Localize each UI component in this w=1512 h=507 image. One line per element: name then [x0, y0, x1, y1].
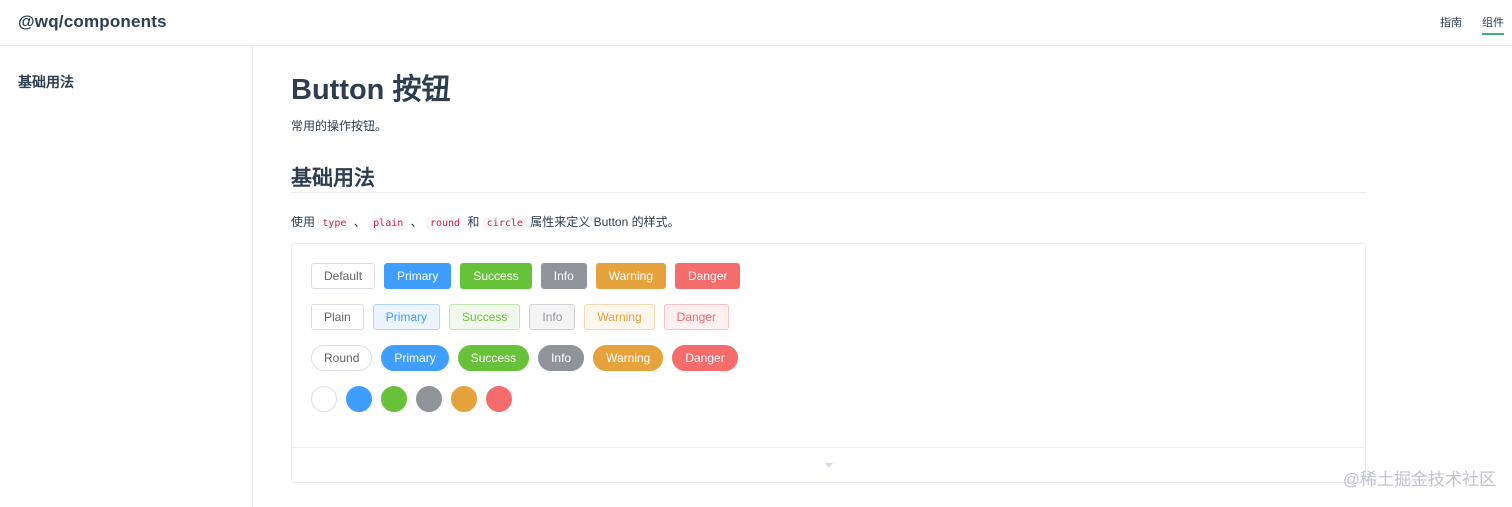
code-type: type [318, 217, 351, 230]
solid-success-button[interactable]: Success [460, 263, 532, 289]
round-warning-button[interactable]: Warning [593, 345, 664, 371]
solid-default-button[interactable]: Default [311, 263, 376, 289]
caret-down-icon [824, 462, 833, 468]
solid-info-button[interactable]: Info [540, 263, 587, 289]
demo-area: Default Primary Success Info Warning Danger Pl… [311, 263, 1346, 427]
solid-warning-button[interactable]: Warning [595, 263, 666, 289]
section-title: 基础用法 [291, 162, 1367, 193]
demo-expand-toggle[interactable] [292, 447, 1365, 482]
watermark: @稀土掘金技术社区 [1342, 470, 1496, 489]
round-danger-button[interactable]: Danger [672, 345, 738, 371]
nav-links: 指南 组件 [1420, 0, 1504, 46]
code-round: round [425, 217, 465, 230]
navbar: @wq/components 指南 组件 [0, 0, 1512, 46]
plain-info-button[interactable]: Info [529, 304, 576, 330]
nav-link-guide[interactable]: 指南 [1440, 0, 1462, 46]
circle-warning-button[interactable] [451, 386, 477, 412]
button-row-plain: Plain Primary Success Info Warning Danger [311, 304, 1346, 330]
plain-warning-button[interactable]: Warning [584, 304, 655, 330]
code-plain: plain [369, 217, 408, 230]
round-default-button[interactable]: Round [311, 345, 373, 371]
solid-primary-button[interactable]: Primary [384, 263, 452, 289]
desc-sep-2: 、 [410, 215, 423, 229]
circle-primary-button[interactable] [346, 386, 372, 412]
plain-success-button[interactable]: Success [449, 304, 521, 330]
solid-danger-button[interactable]: Danger [675, 263, 741, 289]
desc-prefix: 使用 [291, 215, 316, 229]
circle-success-button[interactable] [381, 386, 407, 412]
desc-and: 和 [467, 215, 480, 229]
round-success-button[interactable]: Success [457, 345, 530, 371]
button-row-circle [311, 386, 1346, 412]
button-row-round: Round Primary Success Info Warning Danger [311, 345, 1346, 371]
desc-suffix: 属性来定义 Button 的样式。 [530, 215, 680, 229]
circle-info-button[interactable] [416, 386, 442, 412]
code-circle: circle [482, 217, 527, 230]
page-description: 常用的操作按钮。 [291, 119, 388, 133]
demo-block: Default Primary Success Info Warning Danger Pl… [291, 243, 1366, 483]
circle-danger-button[interactable] [486, 386, 512, 412]
sidebar-item-basic-usage[interactable]: 基础用法 [18, 72, 74, 92]
circle-default-button[interactable] [311, 386, 337, 412]
site-title[interactable]: @wq/components [18, 12, 167, 32]
round-info-button[interactable]: Info [538, 345, 585, 371]
plain-default-button[interactable]: Plain [311, 304, 364, 330]
desc-sep-1: 、 [353, 215, 366, 229]
plain-primary-button[interactable]: Primary [372, 304, 441, 330]
round-primary-button[interactable]: Primary [381, 345, 449, 371]
plain-danger-button[interactable]: Danger [663, 304, 730, 330]
section-description: 使用 type 、 plain 、 round 和 circle 属性来定义 B… [291, 213, 680, 230]
sidebar: 基础用法 [0, 46, 253, 507]
button-row-solid: Default Primary Success Info Warning Danger [311, 263, 1346, 289]
page-title: Button 按钮 [291, 74, 451, 106]
nav-link-components[interactable]: 组件 [1482, 0, 1504, 46]
